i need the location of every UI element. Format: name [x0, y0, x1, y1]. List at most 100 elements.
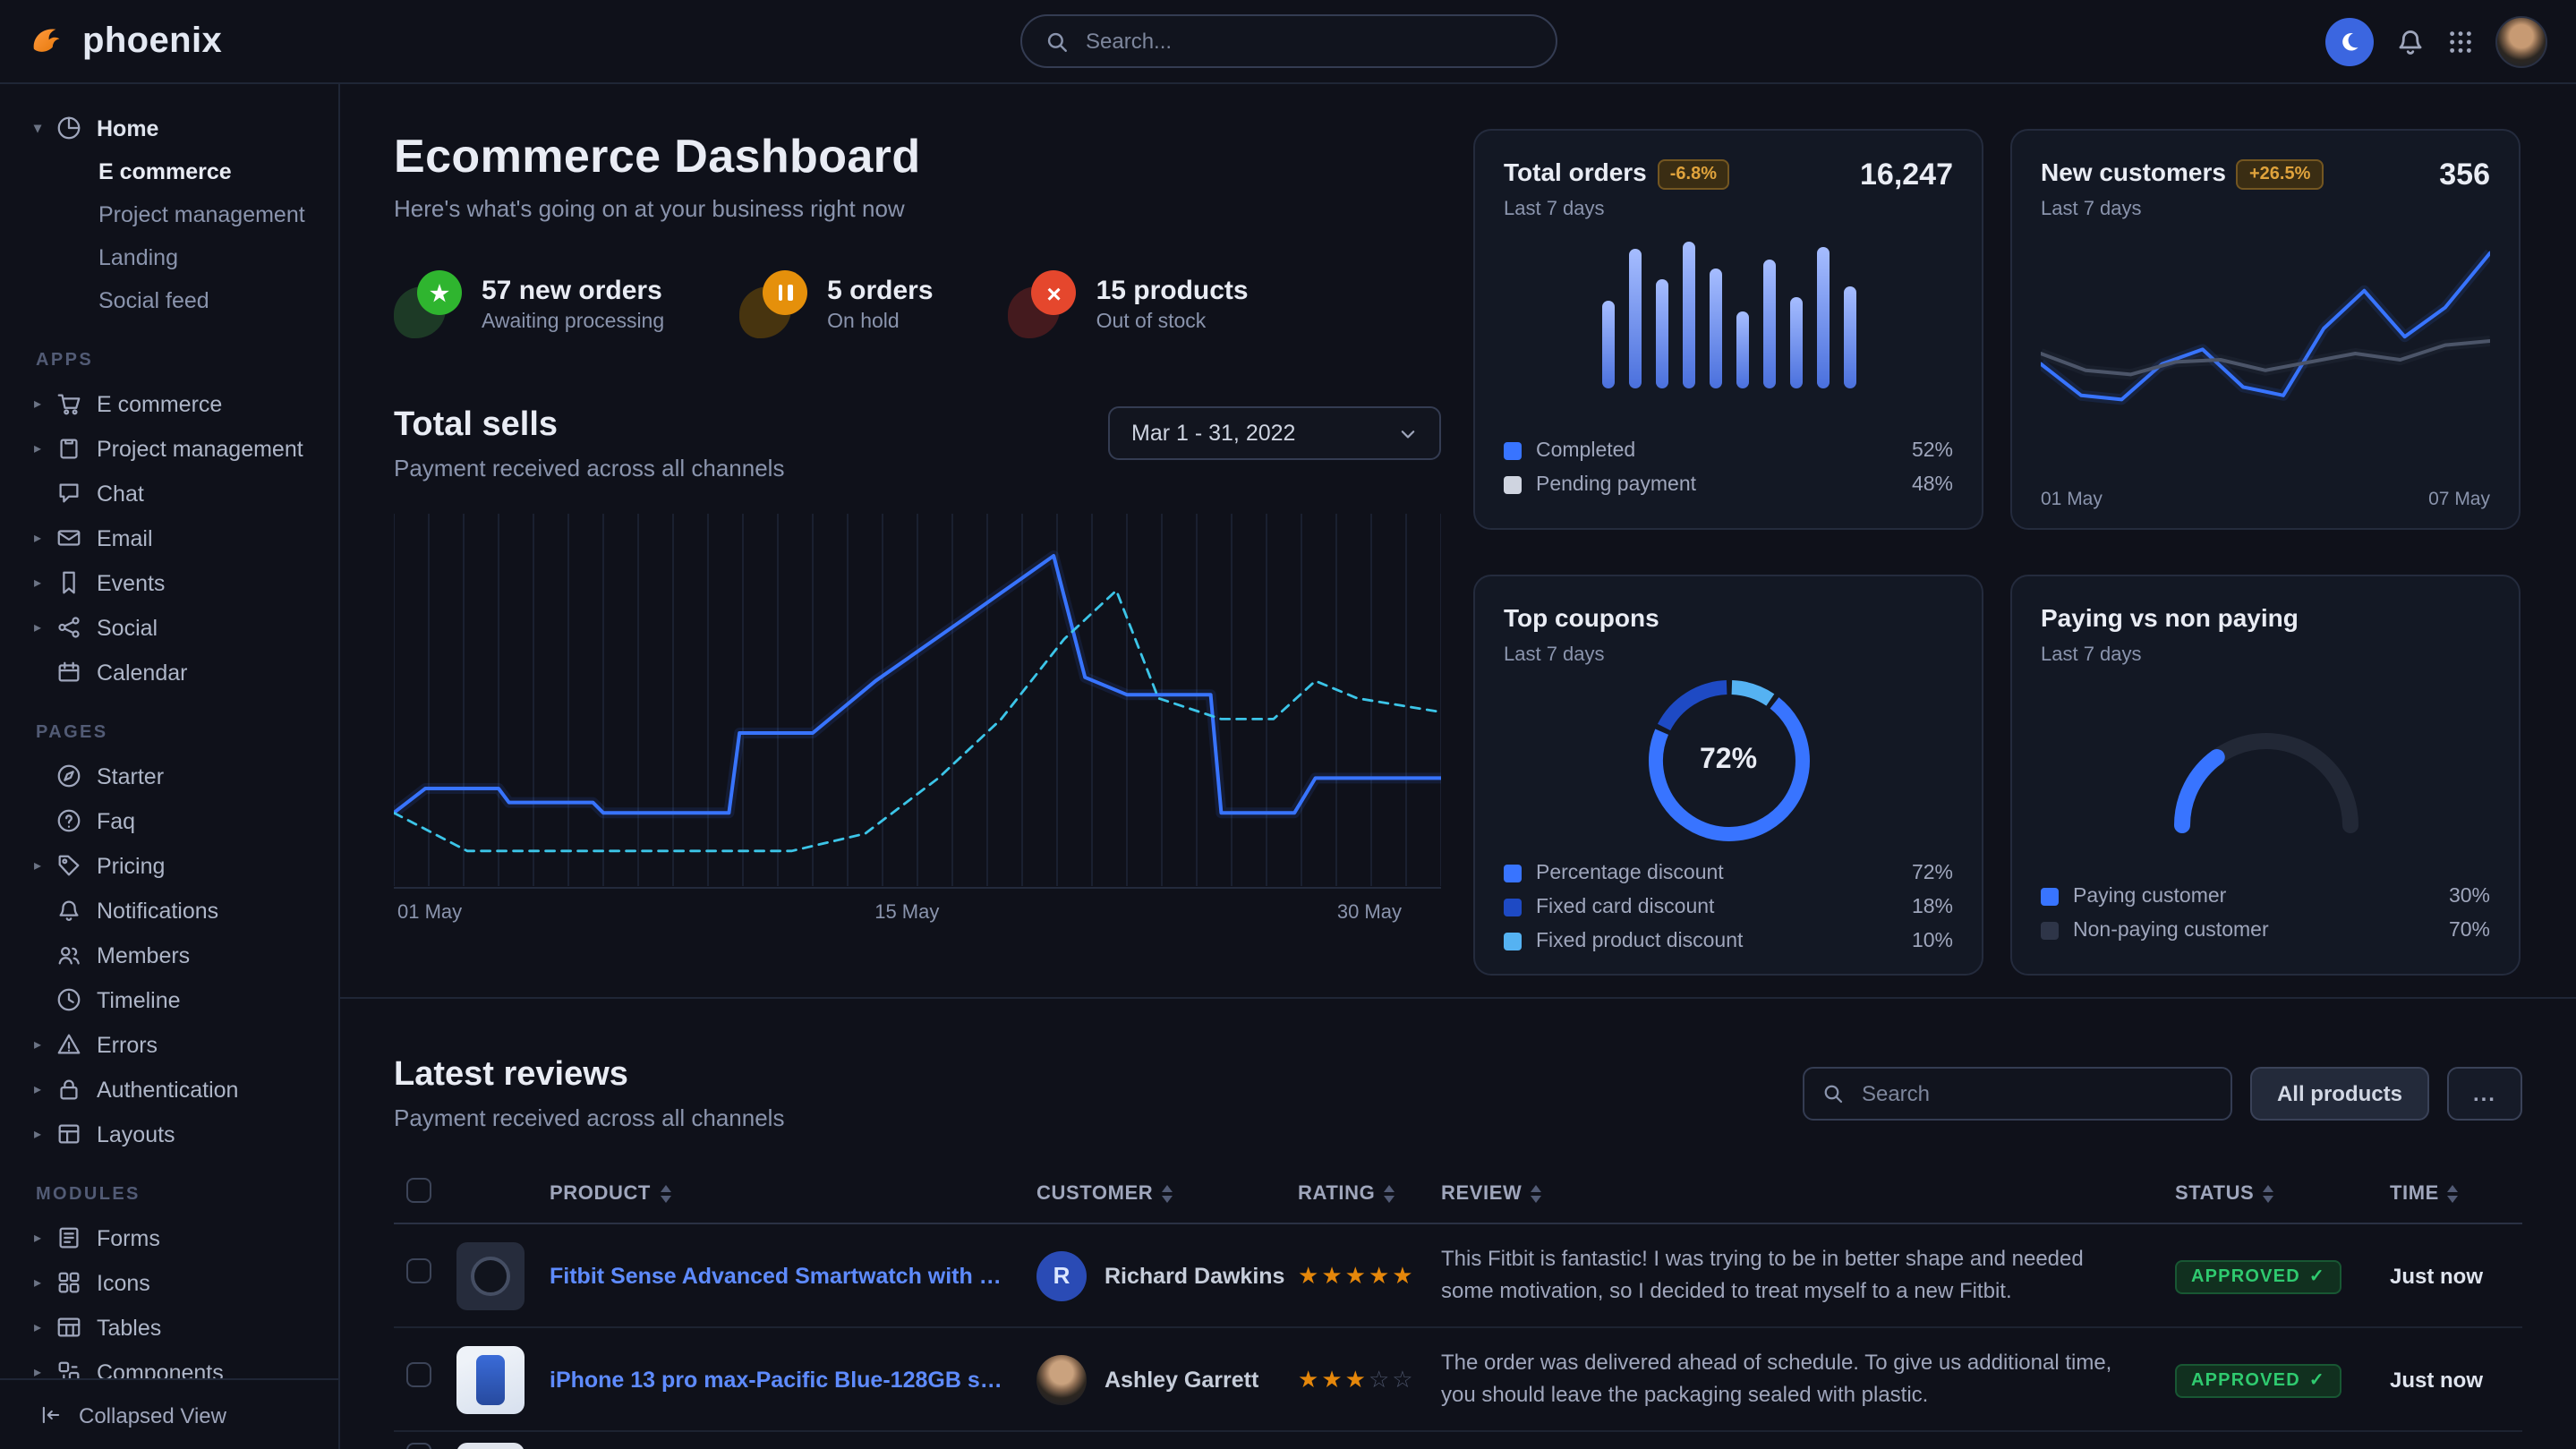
trend-badge: +26.5% [2237, 159, 2323, 190]
more-options-button[interactable]: ... [2447, 1067, 2522, 1121]
sidebar-item-label: Notifications [97, 898, 218, 923]
legend-chip [1504, 932, 1522, 950]
grid-icon [2447, 28, 2474, 55]
sidebar-item-label: Icons [97, 1270, 150, 1295]
sidebar-item-faq[interactable]: Faq [0, 798, 338, 843]
sidebar-item-authentication[interactable]: ▸Authentication [0, 1067, 338, 1112]
sort-icon [1384, 1184, 1395, 1202]
chevron-down-icon: ▾ [34, 120, 55, 136]
sidebar-subitem-social-feed[interactable]: Social feed [0, 279, 338, 322]
sidebar-item-members[interactable]: Members [0, 933, 338, 977]
new-customers-x-axis: 01 May 07 May [2041, 489, 2490, 510]
star-icon: ★ [1345, 1261, 1369, 1288]
row-checkbox[interactable] [406, 1258, 431, 1283]
theme-toggle-button[interactable] [2325, 17, 2374, 65]
sidebar-item-home[interactable]: ▾Home [0, 106, 338, 150]
sidebar-item-layouts[interactable]: ▸Layouts [0, 1112, 338, 1156]
chat-icon [55, 480, 82, 507]
sidebar-item-email[interactable]: ▸Email [0, 516, 338, 560]
sidebar-item-forms[interactable]: ▸ Forms [0, 1215, 338, 1260]
stat-new-orders: ★ 57 new orders Awaiting processing [394, 270, 664, 338]
navbar-actions [2325, 15, 2547, 67]
chevron-right-icon: ▸ [34, 575, 55, 591]
card-title: Top coupons [1504, 603, 1659, 632]
column-header-product[interactable]: PRODUCT [550, 1182, 1036, 1204]
collapse-icon [39, 1403, 63, 1427]
reviews-search-input[interactable] [1858, 1079, 2213, 1108]
legend-chip [1504, 898, 1522, 916]
card-title: Paying vs non paying [2041, 603, 2299, 632]
all-products-button[interactable]: All products [2250, 1067, 2429, 1121]
sidebar-subitem-e-commerce[interactable]: E commerce [0, 150, 338, 193]
notifications-button[interactable] [2395, 26, 2426, 56]
mail-icon [55, 524, 82, 551]
column-header-customer[interactable]: CUSTOMER [1036, 1182, 1298, 1204]
reviews-toolbar: All products ... [1803, 1067, 2522, 1121]
sidebar-subitem-project-management[interactable]: Project management [0, 193, 338, 236]
card-subtitle: Last 7 days [2041, 199, 2323, 220]
sidebar-item-icons[interactable]: ▸Icons [0, 1260, 338, 1305]
product-link[interactable]: iPhone 13 pro max-Pacific Blue-128GB sto… [550, 1367, 1036, 1392]
date-range-select[interactable]: Mar 1 - 31, 2022 [1108, 406, 1441, 460]
row-checkbox[interactable] [406, 1362, 431, 1387]
sidebar-item-calendar[interactable]: Calendar [0, 650, 338, 695]
phoenix-logo-icon [29, 21, 68, 61]
check-icon: ✓ [2309, 1266, 2325, 1286]
sidebar-item-events[interactable]: ▸Events [0, 560, 338, 605]
sidebar-item-components[interactable]: ▸Components [0, 1350, 338, 1378]
customer-cell: R Richard Dawkins [1036, 1250, 1298, 1300]
sidebar-item-label: Faq [97, 808, 135, 833]
page-title: Ecommerce Dashboard [394, 129, 1441, 184]
collapse-view-button[interactable]: Collapsed View [0, 1378, 338, 1449]
sidebar-item-social[interactable]: ▸Social [0, 605, 338, 650]
sidebar-item-starter[interactable]: Starter [0, 754, 338, 798]
sidebar-item-chat[interactable]: Chat [0, 471, 338, 516]
brand-logo[interactable]: phoenix [29, 21, 222, 62]
latest-reviews-section: Latest reviews Payment received across a… [340, 997, 2576, 1449]
legend-label: Paying customer [2073, 885, 2226, 907]
total-sells-title: Total sells [394, 406, 784, 446]
review-row: Fitbit Sense Advanced Smartwatch with To… [394, 1224, 2522, 1328]
x-tick: 15 May [874, 902, 939, 924]
apps-grid-button[interactable] [2447, 28, 2474, 55]
bar [1762, 260, 1775, 388]
clock-icon [55, 986, 82, 1013]
legend-value: 52% [1912, 439, 1953, 461]
stat-title: 5 orders [827, 276, 933, 306]
column-header-time[interactable]: TIME [2390, 1182, 2522, 1204]
column-header-review[interactable]: REVIEW [1441, 1182, 2175, 1204]
help-icon [55, 807, 82, 834]
sort-icon [660, 1184, 670, 1202]
user-avatar[interactable] [2495, 15, 2547, 67]
sidebar-item-project-management[interactable]: ▸Project management [0, 426, 338, 471]
product-link[interactable]: Fitbit Sense Advanced Smartwatch with To… [550, 1263, 1036, 1288]
navbar-search[interactable] [1019, 14, 1557, 68]
select-all-checkbox[interactable] [406, 1178, 431, 1203]
review-row-partial [394, 1432, 2522, 1449]
sidebar-item-e-commerce[interactable]: ▸E commerce [0, 381, 338, 426]
sidebar-item-notifications[interactable]: Notifications [0, 888, 338, 933]
sidebar-item-timeline[interactable]: Timeline [0, 977, 338, 1022]
paying-gauge-chart [2041, 666, 2490, 879]
chevron-right-icon: ▸ [34, 857, 55, 874]
reviews-table-body: Fitbit Sense Advanced Smartwatch with To… [394, 1224, 2522, 1449]
review-time: Just now [2390, 1263, 2522, 1288]
navbar-search-input[interactable] [1082, 27, 1531, 55]
star-icon: ★ [1298, 1365, 1321, 1392]
column-label: TIME [2390, 1182, 2439, 1204]
latest-reviews-subtitle: Payment received across all channels [394, 1104, 784, 1131]
sidebar-item-errors[interactable]: ▸Errors [0, 1022, 338, 1067]
reviews-search[interactable] [1803, 1067, 2232, 1121]
column-header-rating[interactable]: RATING [1298, 1182, 1441, 1204]
sidebar-item-label: Forms [97, 1225, 160, 1250]
column-header-status[interactable]: STATUS [2175, 1182, 2390, 1204]
sidebar-item-tables[interactable]: ▸Tables [0, 1305, 338, 1350]
x-tick: 07 May [2428, 489, 2490, 510]
status-badge: APPROVED✓ [2175, 1259, 2341, 1293]
sidebar-item-pricing[interactable]: ▸Pricing [0, 843, 338, 888]
chevron-right-icon: ▸ [34, 1230, 55, 1246]
sidebar-subitem-landing[interactable]: Landing [0, 236, 338, 279]
top-coupons-donut-wrap: 72% [1504, 673, 1953, 848]
column-label: REVIEW [1441, 1182, 1522, 1204]
row-checkbox[interactable] [406, 1443, 431, 1449]
